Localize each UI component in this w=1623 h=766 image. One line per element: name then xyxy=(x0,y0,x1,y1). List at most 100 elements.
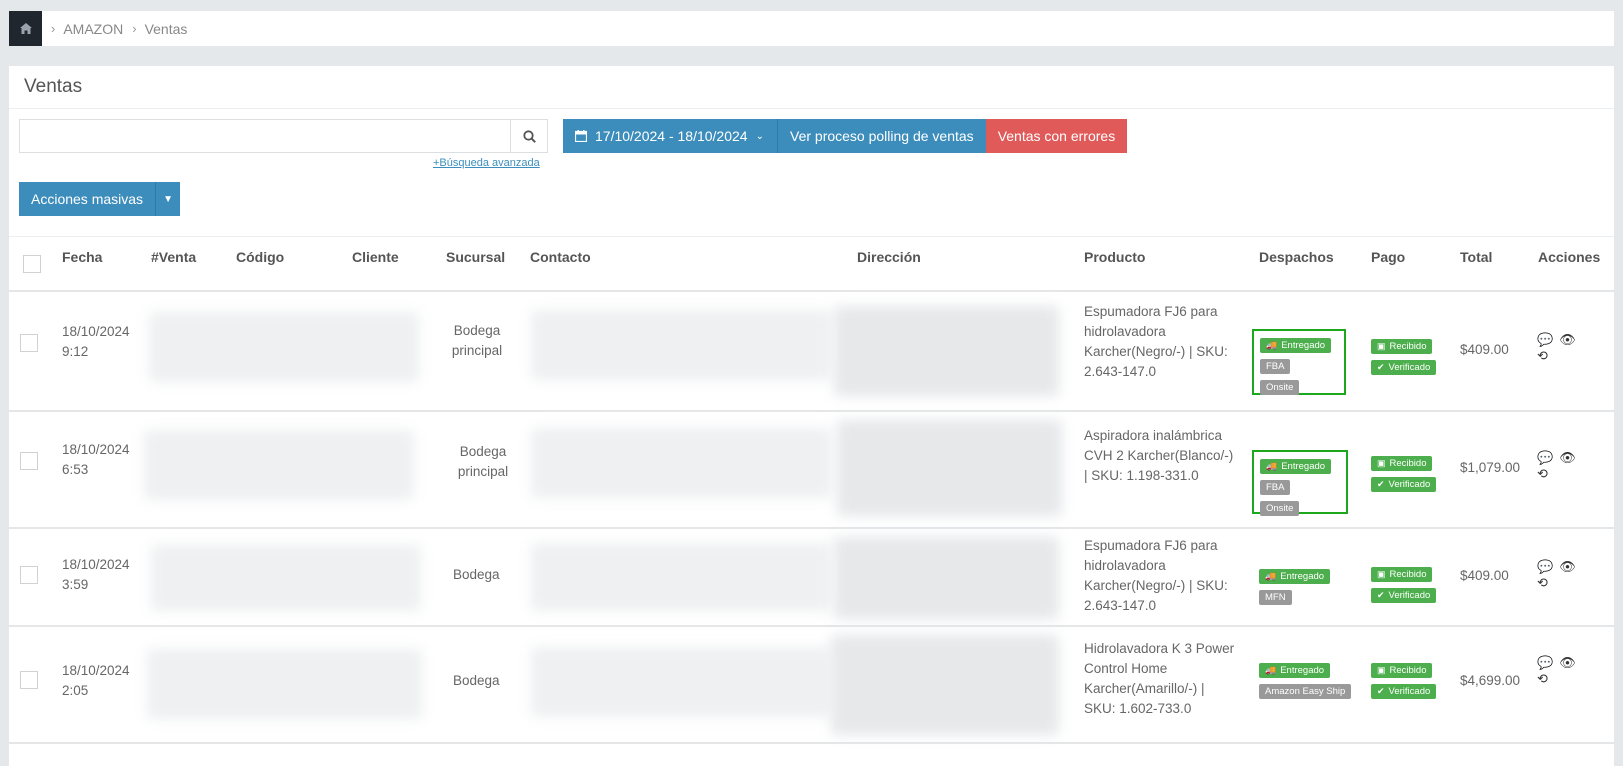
breadcrumb: › AMAZON › Ventas xyxy=(9,11,1614,46)
dispatch-status[interactable]: 🚚 Entregado FBA Onsite xyxy=(1252,450,1348,516)
money-icon: ▣ xyxy=(1377,569,1386,579)
date-range-button[interactable]: 17/10/2024 - 18/10/2024 ⌄ xyxy=(563,119,777,153)
history-icon[interactable]: ⟲ xyxy=(1537,466,1548,482)
truck-icon: 🚚 xyxy=(1265,571,1277,581)
payment-received-badge: ▣ Recibido xyxy=(1371,663,1433,678)
product-line: Karcher(Negro/-) | SKU: xyxy=(1084,578,1228,593)
col-direccion[interactable]: Dirección xyxy=(857,249,921,265)
col-codigo[interactable]: Código xyxy=(236,249,284,265)
history-icon[interactable]: ⟲ xyxy=(1537,671,1548,687)
history-icon[interactable]: ⟲ xyxy=(1537,575,1548,591)
table-row[interactable]: 18/10/2024 3:59 Bodega Espumadora FJ6 pa… xyxy=(9,529,1614,627)
redacted-address xyxy=(837,420,1062,516)
history-icon[interactable]: ⟲ xyxy=(1537,348,1548,364)
dispatch-tag: FBA xyxy=(1260,480,1291,495)
product-name[interactable]: Aspiradora inalámbrica CVH 2 Karcher(Bla… xyxy=(1084,426,1233,486)
redacted-contact xyxy=(531,543,831,611)
payment-status: ▣ Recibido ✔ Verificado xyxy=(1371,454,1437,496)
col-pago[interactable]: Pago xyxy=(1371,249,1405,265)
money-icon: ▣ xyxy=(1377,458,1386,468)
table-row[interactable]: 18/10/2024 6:53 Bodega principal Aspirad… xyxy=(9,412,1614,529)
row-checkbox[interactable] xyxy=(20,452,38,470)
truck-icon: 🚚 xyxy=(1265,665,1277,675)
row-checkbox[interactable] xyxy=(20,334,38,352)
row-actions: 💬 👁 ⟲ xyxy=(1537,332,1582,364)
sucursal-line: Bodega xyxy=(453,323,501,338)
payment-verified-badge: ✔ Verificado xyxy=(1371,477,1437,492)
breadcrumb-separator: › xyxy=(132,21,137,36)
col-despachos[interactable]: Despachos xyxy=(1259,249,1334,265)
money-icon: ▣ xyxy=(1377,341,1386,351)
comment-icon[interactable]: 💬 xyxy=(1537,655,1553,671)
search-icon xyxy=(522,129,536,143)
product-line: Hidrolavadora K 3 Power xyxy=(1084,641,1235,656)
sale-date-day: 18/10/2024 xyxy=(62,663,130,678)
home-button[interactable] xyxy=(9,11,42,46)
search-button[interactable] xyxy=(510,120,547,152)
sucursal: Bodega principal xyxy=(450,442,516,482)
check-icon: ✔ xyxy=(1377,479,1385,489)
col-sucursal[interactable]: Sucursal xyxy=(446,249,505,265)
row-actions: 💬 👁 ⟲ xyxy=(1537,559,1582,591)
payment-received-text: Recibido xyxy=(1389,665,1427,676)
sale-total: $4,699.00 xyxy=(1460,673,1521,688)
payment-received-text: Recibido xyxy=(1389,341,1427,352)
product-line: hidrolavadora xyxy=(1084,558,1166,573)
search-input[interactable] xyxy=(20,120,510,152)
col-contacto[interactable]: Contacto xyxy=(530,249,591,265)
col-venta[interactable]: #Venta xyxy=(151,249,196,265)
bulk-actions-dropdown-toggle[interactable]: ▼ xyxy=(155,182,181,216)
sucursal-line: Bodega xyxy=(459,444,507,459)
payment-verified-badge: ✔ Verificado xyxy=(1371,588,1437,603)
product-name[interactable]: Espumadora FJ6 para hidrolavadora Karche… xyxy=(1084,536,1228,616)
dispatch-status[interactable]: 🚚 Entregado Amazon Easy Ship xyxy=(1259,661,1352,703)
col-total[interactable]: Total xyxy=(1460,249,1492,265)
sales-errors-button[interactable]: Ventas con errores xyxy=(985,119,1128,153)
row-checkbox[interactable] xyxy=(20,566,38,584)
sale-date-time: 2:05 xyxy=(62,683,89,698)
product-line: Karcher(Amarillo/-) | xyxy=(1084,681,1205,696)
sale-total: $409.00 xyxy=(1460,342,1509,357)
payment-status: ▣ Recibido ✔ Verificado xyxy=(1371,661,1437,703)
breadcrumb-amazon[interactable]: AMAZON xyxy=(63,21,123,37)
col-producto[interactable]: Producto xyxy=(1084,249,1145,265)
table-row[interactable]: 18/10/2024 9:12 Bodega principal Espumad… xyxy=(9,294,1614,412)
comment-icon[interactable]: 💬 xyxy=(1537,559,1553,575)
dispatch-status-text: Entregado xyxy=(1281,461,1326,472)
eye-icon[interactable]: 👁 xyxy=(1559,655,1576,671)
col-fecha[interactable]: Fecha xyxy=(62,249,102,265)
comment-icon[interactable]: 💬 xyxy=(1537,450,1553,466)
product-name[interactable]: Espumadora FJ6 para hidrolavadora Karche… xyxy=(1084,302,1228,382)
dispatch-status-badge: 🚚 Entregado xyxy=(1260,338,1332,353)
payment-verified-text: Verificado xyxy=(1388,479,1431,490)
payment-verified-text: Verificado xyxy=(1388,590,1431,601)
dispatch-status[interactable]: 🚚 Entregado MFN xyxy=(1259,567,1331,609)
calendar-icon xyxy=(575,130,587,142)
eye-icon[interactable]: 👁 xyxy=(1559,450,1576,466)
sucursal-line: Bodega xyxy=(453,567,500,582)
advanced-search-link[interactable]: +Búsqueda avanzada xyxy=(433,157,540,169)
eye-icon[interactable]: 👁 xyxy=(1559,332,1576,348)
table-row[interactable]: 18/10/2024 2:05 Bodega Hidrolavadora K 3… xyxy=(9,627,1614,744)
bulk-actions-button[interactable]: Acciones masivas xyxy=(19,182,156,216)
product-name[interactable]: Hidrolavadora K 3 Power Control Home Kar… xyxy=(1084,639,1234,719)
dispatch-status[interactable]: 🚚 Entregado FBA Onsite xyxy=(1252,329,1346,395)
payment-verified-badge: ✔ Verificado xyxy=(1371,360,1437,375)
dispatch-status-text: Entregado xyxy=(1281,340,1326,351)
payment-verified-text: Verificado xyxy=(1388,686,1431,697)
comment-icon[interactable]: 💬 xyxy=(1537,332,1553,348)
eye-icon[interactable]: 👁 xyxy=(1559,559,1576,575)
col-cliente[interactable]: Cliente xyxy=(352,249,399,265)
sale-date-time: 3:59 xyxy=(62,577,89,592)
select-all-checkbox[interactable] xyxy=(23,255,41,273)
polling-button[interactable]: Ver proceso polling de ventas xyxy=(777,119,986,153)
product-line: 2.643-147.0 xyxy=(1084,598,1157,613)
sale-date: 18/10/2024 2:05 xyxy=(62,661,130,701)
check-icon: ✔ xyxy=(1377,686,1385,696)
redacted-customer-info xyxy=(149,312,419,382)
redacted-customer-info xyxy=(144,430,414,500)
product-line: Control Home xyxy=(1084,661,1168,676)
redacted-address xyxy=(834,537,1059,619)
payment-received-badge: ▣ Recibido xyxy=(1371,456,1433,471)
row-checkbox[interactable] xyxy=(20,671,38,689)
